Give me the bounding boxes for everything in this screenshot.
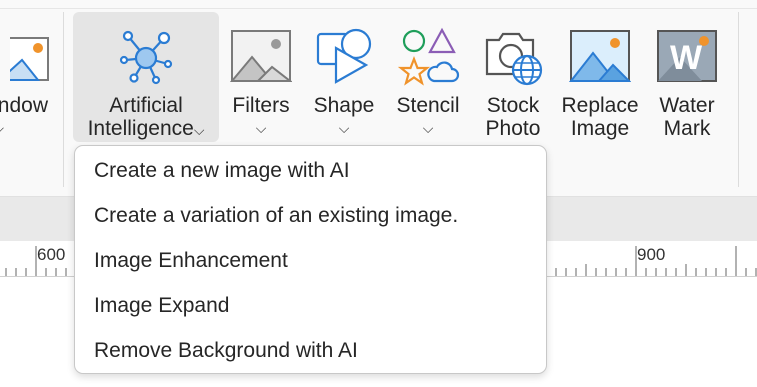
stock-photo-icon — [474, 18, 552, 94]
watermark-label-line2: Mark — [663, 117, 711, 140]
ai-dropdown-menu: Create a new image with AI Create a vari… — [74, 145, 547, 374]
watermark-label: Water Mark — [648, 94, 726, 140]
window-label: ndow — [0, 94, 48, 117]
menu-item-create-variation[interactable]: Create a variation of an existing image. — [75, 194, 546, 238]
stencil-button[interactable]: Stencil ⌵ — [388, 12, 468, 142]
network-nodes-icon — [73, 18, 219, 94]
stock-photo-label-line2: Photo — [485, 117, 541, 140]
filters-label: Filters — [232, 94, 290, 117]
ruler-number-600: 600 — [37, 245, 66, 264]
replace-image-label-line1: Replace — [561, 94, 639, 117]
watermark-button[interactable]: W Water Mark — [648, 12, 726, 142]
window-button[interactable]: ndow ⌵ — [0, 12, 54, 142]
replace-image-label: Replace Image — [557, 94, 643, 140]
ribbon-separator — [738, 12, 739, 187]
stock-photo-label-line1: Stock — [486, 94, 540, 117]
ruler-number-900: 900 — [637, 245, 666, 264]
menu-item-image-expand[interactable]: Image Expand — [75, 284, 546, 328]
stencil-shapes-icon — [388, 18, 468, 94]
window-icon — [0, 18, 54, 94]
menu-item-image-enhancement[interactable]: Image Enhancement — [75, 239, 546, 283]
ai-label-line2: Intelligence — [87, 117, 194, 140]
replace-image-label-line2: Image — [570, 117, 630, 140]
replace-image-button[interactable]: Replace Image — [557, 12, 643, 142]
watermark-label-line1: Water — [659, 94, 715, 117]
shape-label: Shape — [313, 94, 375, 117]
ai-label-line1: Artificial — [109, 94, 183, 117]
filters-button[interactable]: Filters ⌵ — [222, 12, 300, 142]
chevron-down-icon: ⌵ — [422, 120, 434, 136]
svg-text:W: W — [670, 39, 703, 77]
image-filter-icon — [222, 18, 300, 94]
chevron-down-icon: ⌵ — [0, 118, 54, 138]
ribbon-separator — [63, 12, 64, 187]
artificial-intelligence-button[interactable]: Artificial Intelligence ⌵ — [73, 12, 219, 142]
ribbon-top-divider — [0, 8, 757, 9]
ai-label: Artificial Intelligence ⌵ — [73, 94, 219, 142]
stock-photo-label: Stock Photo — [474, 94, 552, 140]
chevron-down-icon: ⌵ — [255, 120, 267, 136]
chevron-down-icon: ⌵ — [338, 120, 350, 136]
shape-icon — [305, 18, 383, 94]
replace-image-icon — [557, 18, 643, 94]
menu-item-remove-background[interactable]: Remove Background with AI — [75, 329, 546, 373]
watermark-icon: W — [648, 18, 726, 94]
menu-item-create-new-image[interactable]: Create a new image with AI — [75, 149, 546, 193]
chevron-down-icon: ⌵ — [193, 122, 205, 138]
stencil-label: Stencil — [396, 94, 460, 117]
stock-photo-button[interactable]: Stock Photo — [474, 12, 552, 142]
ai-label-line2-row: Intelligence ⌵ — [73, 117, 219, 142]
shape-button[interactable]: Shape ⌵ — [305, 12, 383, 142]
